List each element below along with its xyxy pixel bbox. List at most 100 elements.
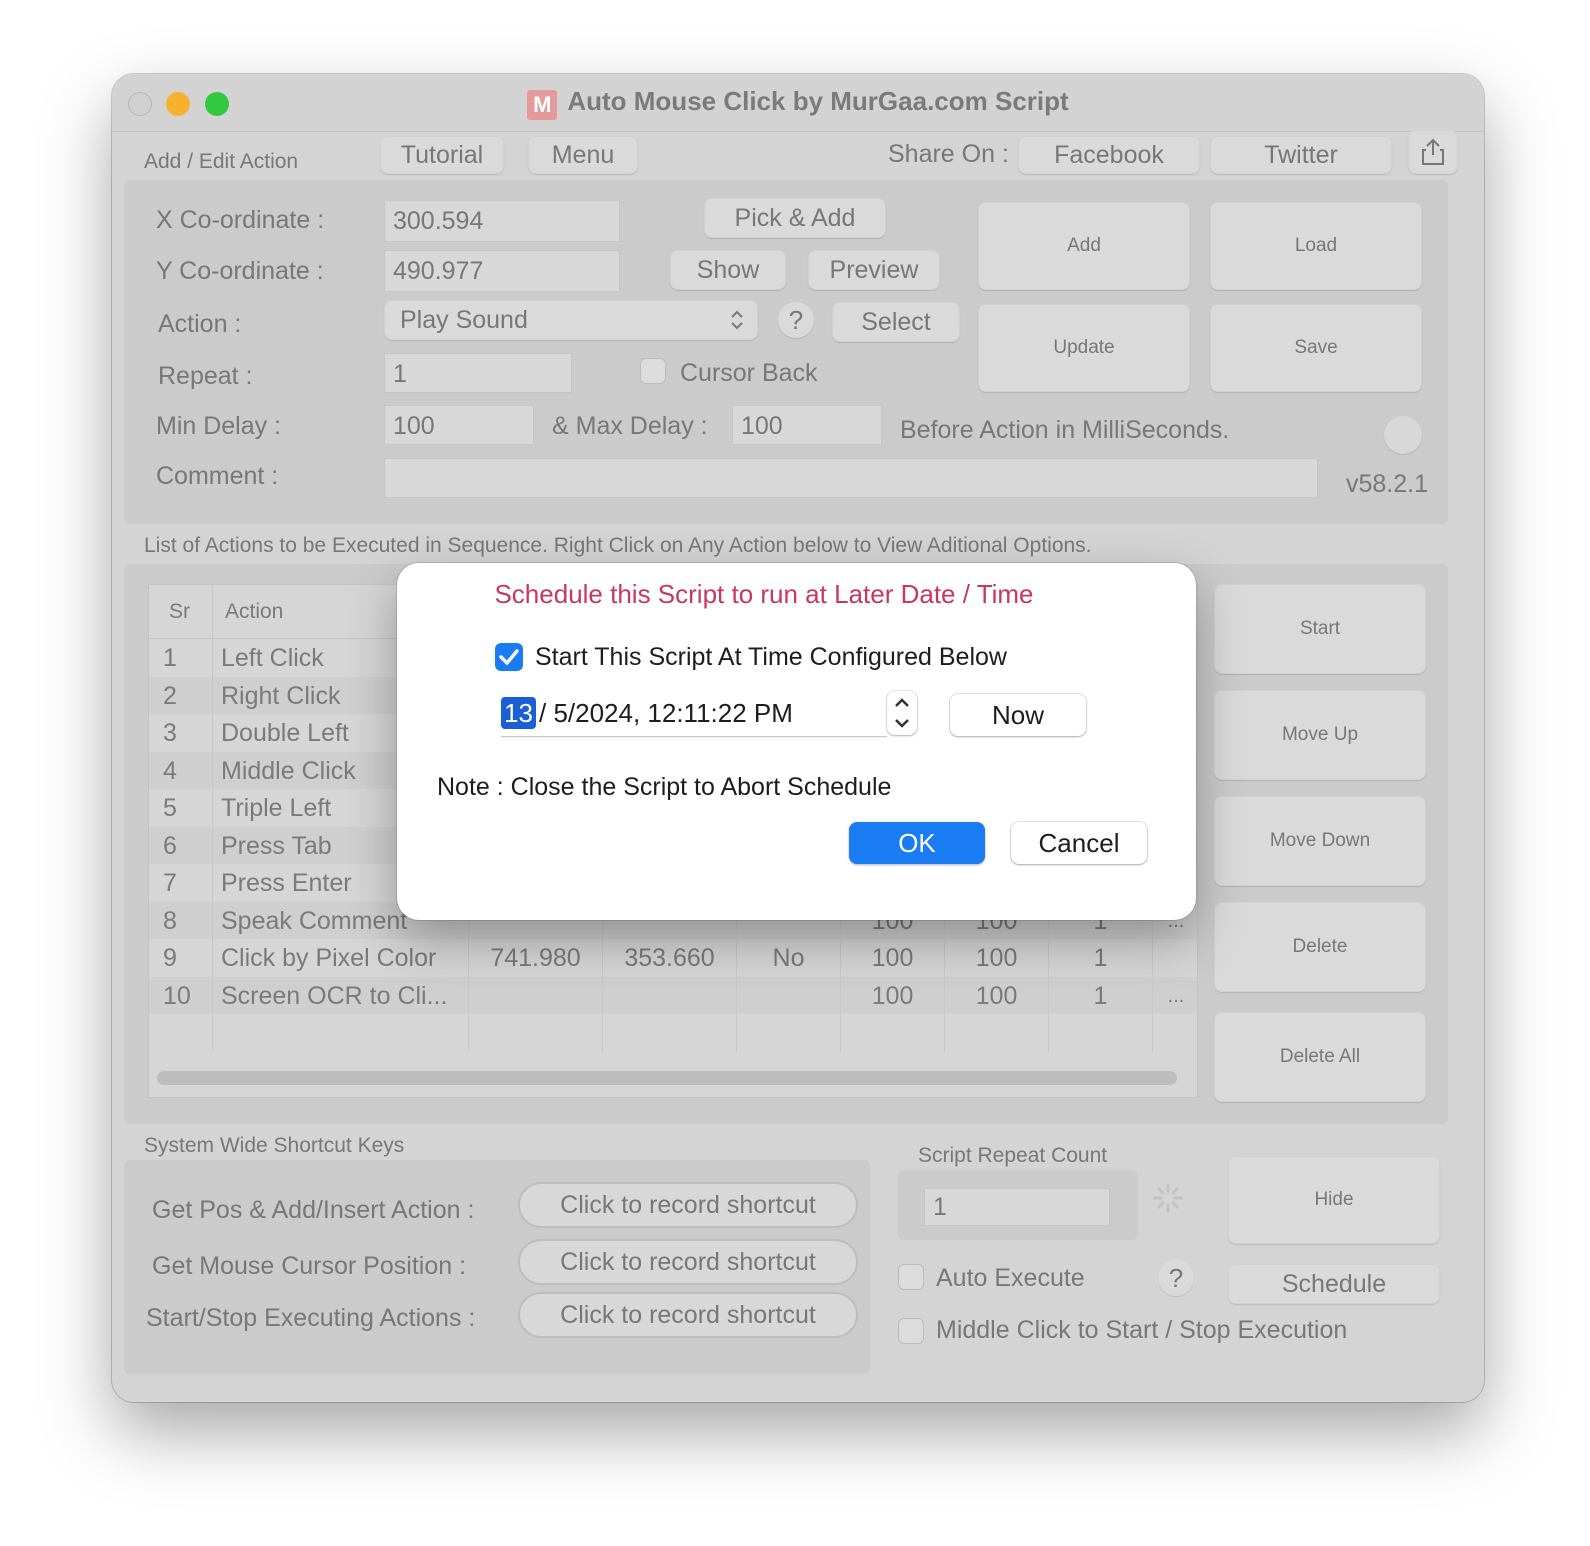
y-coordinate-label: Y Co-ordinate : bbox=[156, 257, 324, 285]
show-button[interactable]: Show bbox=[670, 250, 786, 290]
delete-button[interactable]: Delete bbox=[1214, 902, 1426, 992]
schedule-dialog: Schedule this Script to run at Later Dat… bbox=[397, 563, 1196, 920]
cancel-button[interactable]: Cancel bbox=[1011, 822, 1147, 864]
cell-min bbox=[841, 1014, 945, 1052]
cell-min: 100 bbox=[841, 976, 945, 1015]
cell-more bbox=[1153, 1014, 1197, 1052]
cell-y bbox=[603, 1014, 737, 1052]
action-select[interactable]: Play Sound bbox=[384, 300, 758, 340]
horizontal-scrollbar[interactable] bbox=[157, 1071, 1177, 1085]
middle-click-checkbox[interactable] bbox=[898, 1318, 924, 1344]
title-bar: M Auto Mouse Click by MurGaa.com Script bbox=[112, 74, 1484, 132]
date-day-segment[interactable]: 13 bbox=[501, 697, 536, 729]
action-help-button[interactable]: ? bbox=[778, 302, 814, 338]
cell-rep: 1 bbox=[1049, 976, 1153, 1015]
start-script-checkbox-label: Start This Script At Time Configured Bel… bbox=[535, 643, 1007, 671]
cell-x bbox=[469, 976, 603, 1015]
cell-sr: 4 bbox=[149, 751, 213, 790]
date-time-rest: / 5/2024, 12:11:22 PM bbox=[539, 698, 793, 728]
ok-button[interactable]: OK bbox=[849, 822, 985, 864]
cell-sr: 8 bbox=[149, 901, 213, 940]
cell-more bbox=[1153, 939, 1197, 977]
cell-action: Screen OCR to Cli... bbox=[213, 976, 469, 1015]
script-repeat-input[interactable]: 1 bbox=[924, 1188, 1110, 1226]
cell-cb bbox=[737, 976, 841, 1015]
min-delay-input[interactable]: 100 bbox=[384, 405, 534, 445]
spinner-icon bbox=[1153, 1183, 1183, 1213]
schedule-button[interactable]: Schedule bbox=[1228, 1264, 1440, 1304]
cell-y: 353.660 bbox=[603, 939, 737, 977]
share-button[interactable] bbox=[1408, 130, 1458, 174]
get-cursor-shortcut-recorder[interactable]: Click to record shortcut bbox=[518, 1239, 858, 1285]
move-up-button[interactable]: Move Up bbox=[1214, 690, 1426, 780]
update-button[interactable]: Update bbox=[978, 304, 1190, 392]
repeat-input[interactable]: 1 bbox=[384, 353, 572, 393]
cell-action bbox=[213, 1014, 469, 1052]
save-button[interactable]: Save bbox=[1210, 304, 1422, 392]
max-delay-input[interactable]: 100 bbox=[732, 405, 882, 445]
auto-execute-help-button[interactable]: ? bbox=[1158, 1260, 1194, 1296]
start-script-checkbox[interactable] bbox=[495, 643, 523, 671]
cell-cb: No bbox=[737, 939, 841, 977]
table-row[interactable]: 9 Click by Pixel Color 741.980 353.660 No 100… bbox=[149, 939, 1197, 977]
hide-button[interactable]: Hide bbox=[1228, 1156, 1440, 1244]
action-select-value: Play Sound bbox=[400, 305, 528, 334]
cell-min: 100 bbox=[841, 939, 945, 977]
cursor-back-checkbox[interactable] bbox=[640, 358, 666, 384]
auto-execute-checkbox[interactable] bbox=[898, 1264, 924, 1290]
cell-y bbox=[603, 976, 737, 1015]
get-pos-shortcut-label: Get Pos & Add/Insert Action : bbox=[152, 1196, 475, 1224]
x-coordinate-label: X Co-ordinate : bbox=[156, 206, 325, 234]
cell-sr: 9 bbox=[149, 939, 213, 977]
column-header-sr[interactable]: Sr bbox=[149, 585, 213, 639]
cell-action: Click by Pixel Color bbox=[213, 939, 469, 977]
abort-note: Note : Close the Script to Abort Schedul… bbox=[437, 773, 892, 801]
cell-more: ... bbox=[1167, 984, 1185, 1007]
cell-sr: 2 bbox=[149, 676, 213, 715]
preview-button[interactable]: Preview bbox=[808, 250, 940, 290]
cell-sr: 1 bbox=[149, 639, 213, 677]
start-stop-shortcut-recorder[interactable]: Click to record shortcut bbox=[518, 1292, 858, 1338]
cursor-back-label: Cursor Back bbox=[680, 359, 818, 387]
now-button[interactable]: Now bbox=[950, 694, 1086, 736]
action-label: Action : bbox=[158, 310, 242, 338]
cell-max: 100 bbox=[945, 976, 1049, 1015]
get-pos-shortcut-recorder[interactable]: Click to record shortcut bbox=[518, 1182, 858, 1228]
window-title: M Auto Mouse Click by MurGaa.com Script bbox=[112, 86, 1484, 120]
pick-add-button[interactable]: Pick & Add bbox=[704, 198, 886, 238]
add-edit-section-label: Add / Edit Action bbox=[144, 150, 299, 173]
twitter-button[interactable]: Twitter bbox=[1210, 136, 1392, 174]
auto-execute-label: Auto Execute bbox=[936, 1264, 1085, 1292]
delay-note: Before Action in MilliSeconds. bbox=[900, 416, 1230, 444]
table-row-empty[interactable] bbox=[149, 1014, 1197, 1052]
add-button[interactable]: Add bbox=[978, 202, 1190, 290]
y-coordinate-input[interactable]: 490.977 bbox=[384, 250, 620, 292]
date-stepper[interactable] bbox=[887, 691, 917, 735]
date-time-picker[interactable]: 13 / 5/2024, 12:11:22 PM bbox=[501, 691, 887, 737]
cell-sr: 3 bbox=[149, 714, 213, 752]
move-down-button[interactable]: Move Down bbox=[1214, 796, 1426, 886]
max-delay-label: & Max Delay : bbox=[552, 412, 708, 440]
comment-input[interactable] bbox=[384, 458, 1318, 498]
delete-all-button[interactable]: Delete All bbox=[1214, 1012, 1426, 1102]
select-button[interactable]: Select bbox=[832, 302, 960, 342]
cell-max: 100 bbox=[945, 939, 1049, 977]
start-stop-shortcut-label: Start/Stop Executing Actions : bbox=[146, 1304, 476, 1332]
menu-button[interactable]: Menu bbox=[528, 136, 638, 174]
tutorial-button[interactable]: Tutorial bbox=[380, 136, 504, 174]
stepper-arrows-icon bbox=[895, 698, 909, 728]
script-repeat-title: Script Repeat Count bbox=[918, 1144, 1108, 1167]
schedule-dialog-title: Schedule this Script to run at Later Dat… bbox=[494, 579, 1034, 609]
cell-rep: 1 bbox=[1049, 939, 1153, 977]
start-button[interactable]: Start bbox=[1214, 584, 1426, 674]
x-coordinate-input[interactable]: 300.594 bbox=[384, 200, 620, 242]
cell-sr: 6 bbox=[149, 826, 213, 865]
repeat-label: Repeat : bbox=[158, 362, 253, 390]
min-delay-label: Min Delay : bbox=[156, 412, 282, 440]
load-button[interactable]: Load bbox=[1210, 202, 1422, 290]
facebook-button[interactable]: Facebook bbox=[1018, 136, 1200, 174]
shortcuts-title: System Wide Shortcut Keys bbox=[144, 1134, 405, 1157]
actions-list-caption: List of Actions to be Executed in Sequen… bbox=[144, 534, 1092, 557]
table-row[interactable]: 10 Screen OCR to Cli... 100 100 1... bbox=[149, 976, 1197, 1015]
cell-x: 741.980 bbox=[469, 939, 603, 977]
